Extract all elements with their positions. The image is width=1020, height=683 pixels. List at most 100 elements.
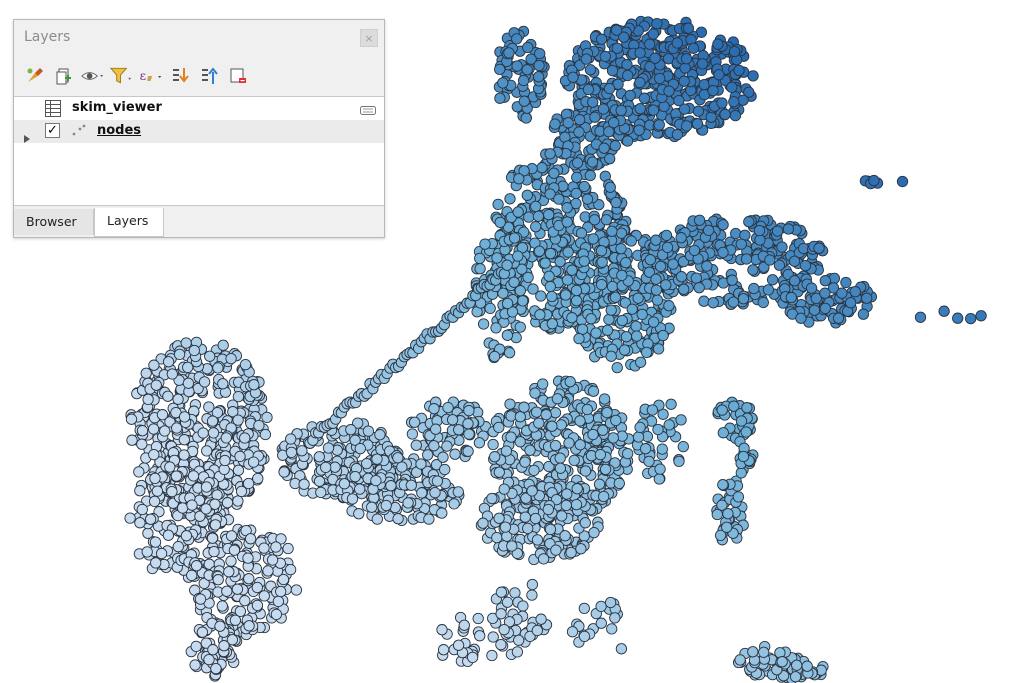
- node-point: [606, 623, 618, 635]
- node-point: [680, 53, 693, 65]
- node-point: [766, 274, 779, 286]
- node-point: [606, 225, 618, 237]
- node-point: [762, 284, 775, 296]
- node-point: [270, 608, 283, 621]
- node-point: [259, 428, 272, 441]
- node-point: [647, 28, 660, 40]
- node-point: [717, 246, 729, 259]
- node-point: [178, 434, 190, 446]
- node-point: [235, 485, 248, 498]
- node-point: [232, 464, 245, 476]
- node-point: [646, 404, 659, 416]
- node-point: [611, 361, 623, 374]
- node-point: [567, 71, 579, 83]
- node-point: [148, 495, 161, 508]
- node-point: [242, 552, 254, 564]
- node-point: [707, 297, 719, 309]
- expand-all-icon[interactable]: [167, 65, 192, 87]
- node-point: [594, 448, 607, 461]
- node-point: [740, 253, 753, 265]
- layer-row-skim-viewer[interactable]: skim_viewer: [14, 97, 384, 120]
- node-point: [124, 512, 136, 524]
- node-point: [581, 403, 593, 416]
- node-point: [551, 393, 564, 405]
- node-point: [604, 596, 617, 609]
- add-group-icon[interactable]: [51, 65, 76, 87]
- node-point: [172, 540, 184, 553]
- expand-arrow-icon[interactable]: [24, 128, 30, 147]
- node-point: [495, 638, 507, 651]
- tab-browser[interactable]: Browser: [14, 209, 94, 235]
- node-point: [595, 617, 607, 629]
- layer-row-nodes[interactable]: ✓ nodes: [14, 120, 384, 143]
- node-point: [671, 128, 684, 141]
- close-button[interactable]: ×: [360, 29, 378, 47]
- node-point: [474, 630, 486, 642]
- node-point: [514, 411, 526, 423]
- node-point: [136, 503, 148, 516]
- node-point: [486, 492, 498, 505]
- node-point: [494, 63, 506, 76]
- node-point: [442, 401, 454, 414]
- node-point: [524, 444, 536, 456]
- node-point: [549, 407, 562, 419]
- node-point: [696, 58, 709, 70]
- node-point: [462, 418, 474, 430]
- node-point: [584, 169, 596, 182]
- node-point: [530, 200, 542, 213]
- node-point: [498, 623, 510, 636]
- node-point: [785, 291, 797, 304]
- node-point: [315, 486, 327, 499]
- node-point: [247, 456, 260, 468]
- node-point: [604, 153, 616, 165]
- remove-layer-icon[interactable]: [225, 65, 250, 87]
- node-point: [437, 644, 450, 656]
- node-point: [595, 33, 608, 45]
- node-point: [601, 324, 614, 336]
- node-point: [620, 331, 633, 343]
- collapse-all-icon[interactable]: [196, 65, 221, 87]
- node-point: [613, 477, 625, 490]
- node-point: [773, 259, 786, 271]
- node-point: [799, 259, 812, 272]
- node-point: [518, 401, 530, 413]
- node-point: [845, 297, 857, 309]
- node-point: [207, 427, 220, 439]
- filter-icon[interactable]: [109, 65, 134, 87]
- node-point: [392, 452, 404, 464]
- node-point: [178, 411, 191, 423]
- node-point: [571, 157, 584, 169]
- node-point: [573, 332, 585, 345]
- layer-tree: skim_viewer ✓ nodes: [14, 96, 384, 206]
- node-point: [162, 529, 175, 541]
- node-point: [702, 224, 715, 237]
- node-point: [599, 463, 612, 476]
- node-point: [675, 271, 688, 283]
- node-point: [616, 314, 628, 327]
- node-point: [571, 483, 583, 495]
- style-manager-icon[interactable]: [22, 65, 47, 87]
- node-point: [693, 214, 706, 226]
- node-point: [532, 71, 545, 83]
- layer-visibility-checkbox[interactable]: ✓: [45, 123, 60, 138]
- layers-panel: Layers × ε skim_viewer ✓ nodes Browser L…: [13, 19, 385, 238]
- node-point: [182, 361, 194, 374]
- visibility-eye-icon[interactable]: [80, 65, 105, 87]
- node-point: [634, 421, 646, 434]
- expression-filter-icon[interactable]: ε: [138, 65, 163, 87]
- node-point: [691, 118, 704, 130]
- node-point: [604, 181, 616, 193]
- node-point: [514, 436, 526, 448]
- node-point: [603, 126, 615, 138]
- node-point: [251, 581, 263, 594]
- node-point: [415, 458, 427, 470]
- node-point: [965, 312, 977, 325]
- node-point: [634, 103, 646, 115]
- node-point: [819, 287, 831, 299]
- node-point: [474, 252, 486, 265]
- tab-layers[interactable]: Layers: [94, 208, 164, 237]
- node-point: [548, 167, 560, 179]
- node-point: [493, 466, 505, 478]
- node-point: [657, 329, 669, 342]
- node-point: [605, 304, 617, 316]
